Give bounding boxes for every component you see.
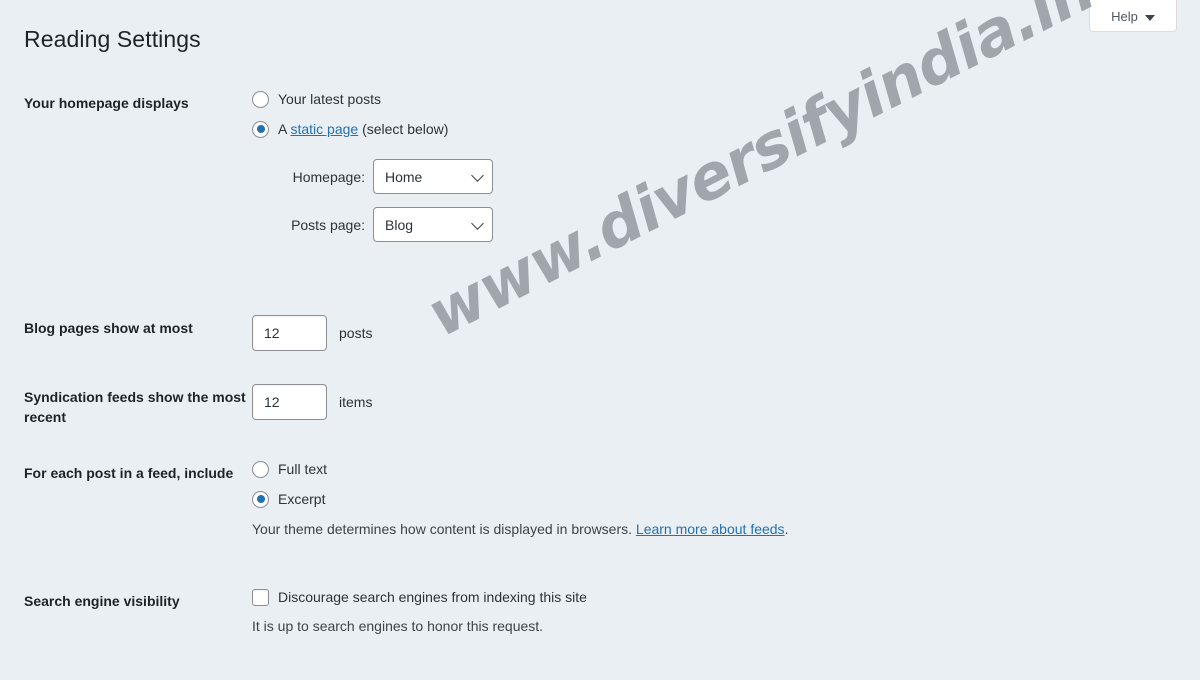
radio-latest-posts-label[interactable]: Your latest posts (278, 90, 381, 110)
chevron-down-icon (1144, 15, 1155, 21)
feed-include-hint: Your theme determines how content is dis… (252, 519, 1200, 540)
posts-page-select[interactable]: Blog (373, 207, 493, 243)
posts-page-select-caption: Posts page: (291, 216, 365, 233)
checkbox-discourage-search-engines[interactable]: Discourage search engines from indexing … (252, 588, 1200, 608)
label-blog-pages: Blog pages show at most (24, 320, 193, 336)
radio-excerpt[interactable]: Excerpt (252, 490, 1200, 510)
feed-include-hint-prefix: Your theme determines how content is dis… (252, 521, 636, 538)
row-blog-pages: Blog pages show at most 12 posts (0, 302, 1200, 371)
field-feed-include: Full text Excerpt Your theme determines … (252, 458, 1200, 540)
help-tab-button[interactable]: Help (1089, 0, 1177, 32)
search-engine-visibility-hint: It is up to search engines to honor this… (252, 617, 544, 634)
discourage-search-engines-label[interactable]: Discourage search engines from indexing … (278, 588, 587, 608)
field-syndication-feeds: 12 items (252, 382, 1200, 420)
static-page-link[interactable]: static page (290, 121, 358, 137)
help-tab-label: Help (1111, 9, 1138, 24)
static-page-suffix: (select below) (358, 120, 449, 137)
radio-full-text-label[interactable]: Full text (278, 460, 327, 480)
row-feed-include: For each post in a feed, include Full te… (0, 449, 1200, 574)
syndication-feeds-input-row: 12 items (252, 384, 1200, 420)
blog-pages-input[interactable]: 12 (252, 315, 327, 351)
radio-full-text[interactable]: Full text (252, 460, 1200, 480)
field-homepage-displays: Your latest posts A static page (select … (252, 88, 1200, 255)
radio-excerpt-label[interactable]: Excerpt (278, 490, 325, 510)
label-homepage-displays: Your homepage displays (24, 95, 189, 111)
field-blog-pages: 12 posts (252, 313, 1200, 351)
posts-page-select-row: Posts page: Blog (252, 207, 1200, 243)
homepage-select-value: Home (385, 168, 423, 185)
row-syndication-feeds: Syndication feeds show the most recent 1… (0, 371, 1200, 449)
static-page-selects: Homepage: Home Posts page: Blog (252, 159, 1200, 243)
learn-more-about-feeds-link[interactable]: Learn more about feeds (636, 521, 785, 537)
homepage-select[interactable]: Home (373, 159, 493, 195)
field-search-engine-visibility: Discourage search engines from indexing … (252, 586, 1200, 637)
chevron-down-icon (471, 168, 484, 182)
row-search-engine-visibility: Search engine visibility Discourage sear… (0, 574, 1200, 637)
posts-page-select-value: Blog (385, 216, 414, 233)
page-title: Reading Settings (24, 26, 201, 52)
static-page-prefix: A (278, 120, 291, 137)
radio-static-page-icon[interactable] (252, 120, 269, 138)
syndication-feeds-input[interactable]: 12 (252, 384, 327, 420)
label-feed-include: For each post in a feed, include (24, 465, 234, 481)
reading-settings-form: Your homepage displays Your latest posts… (0, 88, 1200, 637)
radio-latest-posts[interactable]: Your latest posts (252, 90, 1200, 110)
radio-static-page[interactable]: A static page (select below) (252, 120, 1200, 140)
homepage-select-row: Homepage: Home (252, 159, 1200, 195)
blog-pages-input-row: 12 posts (252, 315, 1200, 351)
homepage-select-caption: Homepage: (292, 168, 365, 185)
feed-include-hint-suffix: . (784, 521, 789, 538)
blog-pages-unit: posts (339, 325, 373, 341)
radio-latest-posts-icon[interactable] (252, 91, 269, 109)
row-homepage-displays: Your homepage displays Your latest posts… (0, 88, 1200, 302)
chevron-down-icon (471, 216, 484, 230)
discourage-search-engines-checkbox-icon[interactable] (252, 589, 269, 607)
label-syndication-feeds: Syndication feeds show the most recent (24, 389, 246, 426)
radio-static-page-label[interactable]: A static page (select below) (278, 120, 448, 140)
radio-full-text-icon[interactable] (252, 461, 269, 479)
radio-excerpt-icon[interactable] (252, 490, 269, 508)
syndication-feeds-unit: items (339, 394, 373, 410)
label-search-engine-visibility: Search engine visibility (24, 593, 180, 609)
